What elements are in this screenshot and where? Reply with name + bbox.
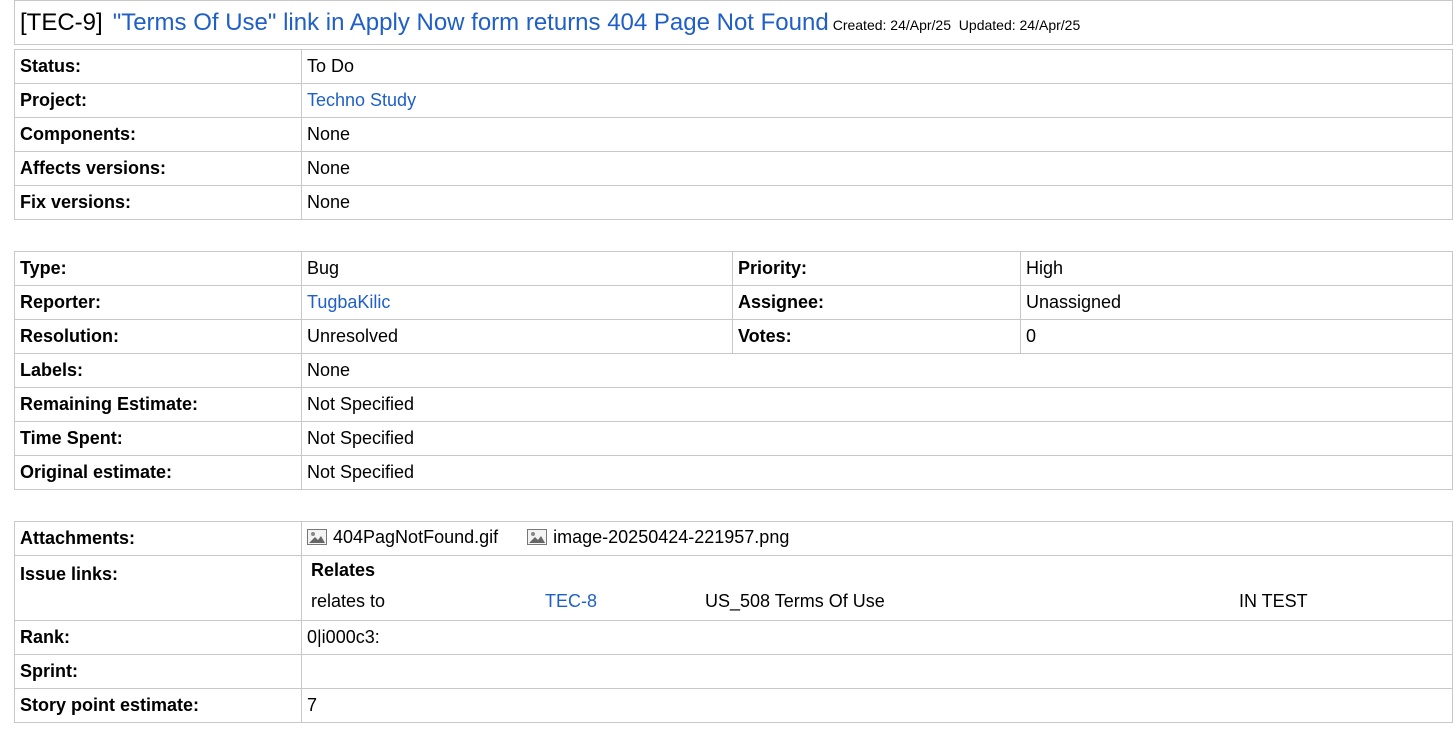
type-row: Type: Bug Priority: High [14,251,1453,286]
linked-issue-summary: US_508 Terms Of Use [705,591,885,611]
people-table: Type: Bug Priority: High Reporter: Tugba… [14,251,1453,490]
reporter-row: Reporter: TugbaKilic Assignee: Unassigne… [14,285,1453,320]
relation-heading: Relates [311,560,376,580]
remaining-estimate-row: Remaining Estimate: Not Specified [14,387,1453,422]
issue-links-cell: Relates relates to TEC-8 US_508 Terms Of… [301,555,1453,621]
affects-versions-row: Affects versions: None [14,151,1453,186]
rank-value: 0|i000c3: [301,620,1453,655]
resolution-value: Unresolved [301,319,733,354]
priority-value: High [1020,251,1453,286]
relation-type: relates to [311,591,386,611]
original-estimate-row: Original estimate: Not Specified [14,455,1453,490]
labels-value: None [301,353,1453,388]
original-estimate-label: Original estimate: [14,455,302,490]
attachment-name: image-20250424-221957.png [553,526,790,547]
sprint-value [301,654,1453,689]
votes-label: Votes: [732,319,1021,354]
sprint-row: Sprint: [14,654,1453,689]
created-date: 24/Apr/25 [890,16,952,33]
issue-key: [TEC-9] [20,8,103,36]
components-row: Components: None [14,117,1453,152]
image-file-icon [307,529,327,546]
fix-versions-row: Fix versions: None [14,185,1453,220]
priority-label: Priority: [732,251,1021,286]
issue-links-row: Issue links: Relates relates to TEC-8 US… [14,555,1453,621]
assignee-label: Assignee: [732,285,1021,320]
created-label: Created: [832,16,887,33]
affects-versions-label: Affects versions: [14,151,302,186]
time-spent-label: Time Spent: [14,421,302,456]
updated-label: Updated: [958,16,1016,33]
rank-label: Rank: [14,620,302,655]
assignee-value: Unassigned [1020,285,1453,320]
status-label: Status: [14,49,302,84]
linked-issue-key-link[interactable]: TEC-8 [545,591,597,612]
updated-date: 24/Apr/25 [1019,16,1081,33]
project-cell: Techno Study [301,83,1453,118]
remaining-estimate-value: Not Specified [301,387,1453,422]
story-point-row: Story point estimate: 7 [14,688,1453,723]
story-point-value: 7 [301,688,1453,723]
components-label: Components: [14,117,302,152]
issue-links-label: Issue links: [14,555,302,621]
status-value: To Do [301,49,1453,84]
time-spent-row: Time Spent: Not Specified [14,421,1453,456]
votes-value: 0 [1020,319,1453,354]
image-file-icon [527,529,548,546]
attachment-name: 404PagNotFound.gif [333,526,499,547]
status-row: Status: To Do [14,49,1453,84]
issue-header-cell: [TEC-9] "Terms Of Use" link in Apply Now … [14,0,1453,45]
linked-issue-status: IN TEST [1239,591,1308,611]
reporter-label: Reporter: [14,285,302,320]
issue-links-block: Relates relates to TEC-8 US_508 Terms Of… [302,556,1452,620]
time-spent-value: Not Specified [301,421,1453,456]
resolution-label: Resolution: [14,319,302,354]
attachments-row: Attachments: 404PagNotFound.gif image-20… [14,521,1453,556]
attachments-cell: 404PagNotFound.gif image-20250424-221957… [301,521,1453,556]
attachment-item[interactable]: image-20250424-221957.png [527,527,789,548]
issue-title-link[interactable]: "Terms Of Use" link in Apply Now form re… [113,9,829,36]
project-link[interactable]: Techno Study [307,90,416,110]
extra-table: Attachments: 404PagNotFound.gif image-20… [14,521,1453,723]
remaining-estimate-label: Remaining Estimate: [14,387,302,422]
project-label: Project: [14,83,302,118]
labels-label: Labels: [14,353,302,388]
resolution-row: Resolution: Unresolved Votes: 0 [14,319,1453,354]
issue-dates: Created: 24/Apr/25 Updated: 24/Apr/25 [833,17,1081,33]
details-table: Status: To Do Project: Techno Study Comp… [14,49,1453,220]
reporter-link[interactable]: TugbaKilic [307,292,390,312]
story-point-label: Story point estimate: [14,688,302,723]
type-value: Bug [301,251,733,286]
labels-row: Labels: None [14,353,1453,388]
affects-versions-value: None [301,151,1453,186]
attachment-item[interactable]: 404PagNotFound.gif [307,527,498,548]
components-value: None [301,117,1453,152]
fix-versions-label: Fix versions: [14,185,302,220]
original-estimate-value: Not Specified [301,455,1453,490]
attachments-label: Attachments: [14,521,302,556]
issue-header: [TEC-9] "Terms Of Use" link in Apply Now … [14,0,1453,45]
rank-row: Rank: 0|i000c3: [14,620,1453,655]
project-row: Project: Techno Study [14,83,1453,118]
reporter-cell: TugbaKilic [301,285,733,320]
sprint-label: Sprint: [14,654,302,689]
type-label: Type: [14,251,302,286]
fix-versions-value: None [301,185,1453,220]
